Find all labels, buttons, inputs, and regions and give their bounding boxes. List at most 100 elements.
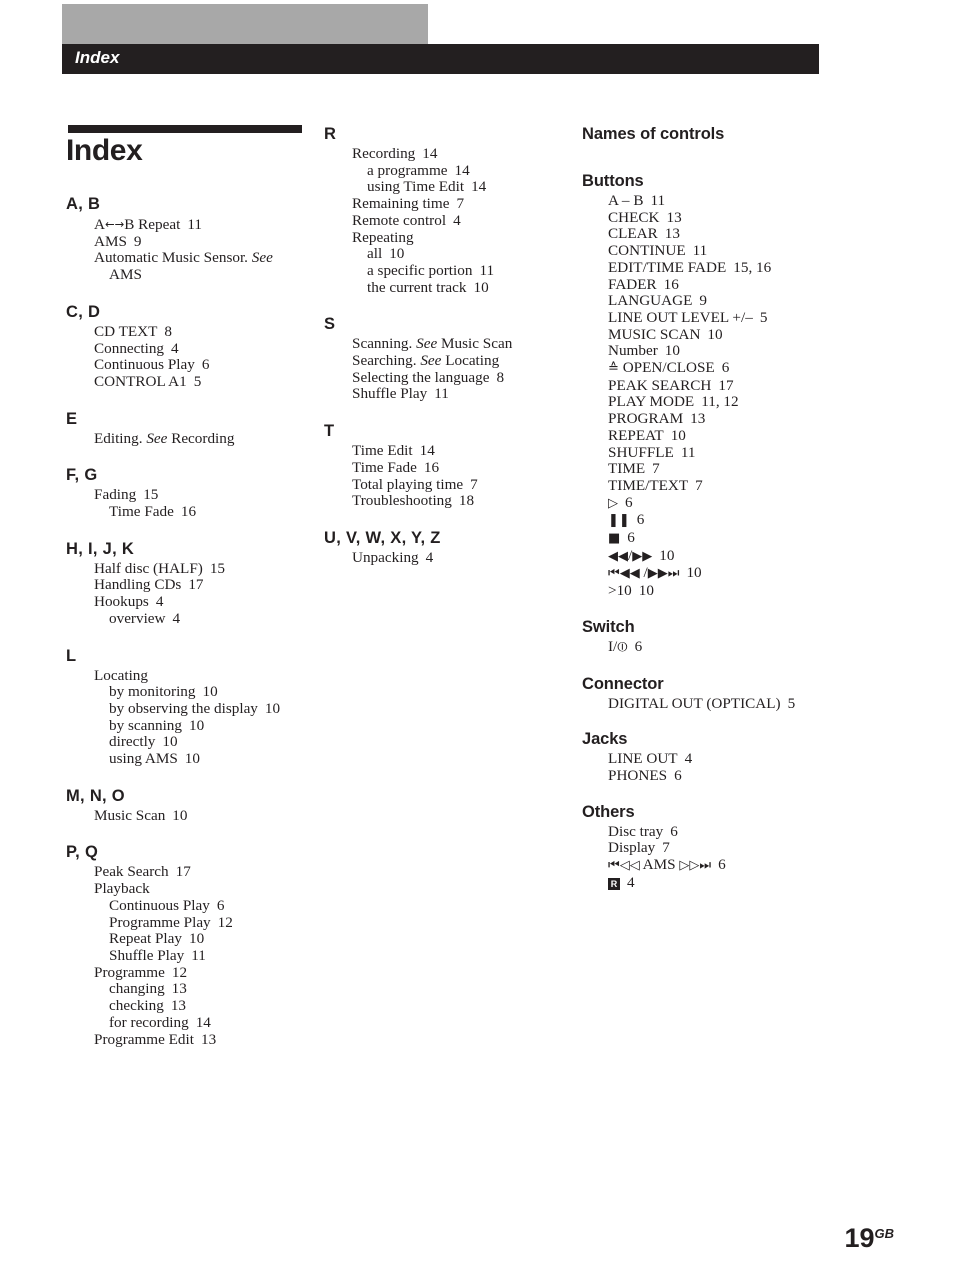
eject-icon: ≙ <box>608 361 619 377</box>
index-entry: Automatic Music Sensor. See <box>66 250 316 267</box>
index-entry-page: 14 <box>454 161 470 179</box>
index-entry-page: 7 <box>652 460 660 478</box>
index-entry-page: 11 <box>692 242 708 260</box>
index-entry-page: 9 <box>699 292 707 310</box>
index-entry-label: PLAY MODE <box>608 393 695 411</box>
index-entry-label: the current track <box>367 278 467 296</box>
index-entry-label: PHONES <box>608 766 668 784</box>
index-entry: Unpacking 4 <box>324 549 574 567</box>
index-entry: Handling CDs 17 <box>66 577 316 594</box>
index-entry: Number 10 <box>582 342 842 360</box>
index-entry: R4 <box>582 873 842 892</box>
names-of-controls-heading: Names of controls <box>582 125 725 143</box>
index-entry-page: 15 <box>209 559 226 577</box>
index-entry-page: 6 <box>634 637 643 655</box>
index-entry: ■ 6 <box>582 529 842 548</box>
index-entry: by observing the display 10 <box>66 700 316 718</box>
index-entry-label: ▷ <box>608 494 618 511</box>
index-entry-page: 11 <box>650 192 666 209</box>
index-entry-label: Playback <box>94 880 150 898</box>
index-entry-page: 14 <box>419 442 435 460</box>
index-entry-label: >10 <box>608 582 632 600</box>
index-entry-label: changing <box>109 980 165 998</box>
index-letter-heading: L <box>66 646 77 665</box>
index-entry-page: 16 <box>180 503 197 521</box>
index-entry: ▷ 6 <box>582 494 842 513</box>
index-entry-list: Recording 14 a programme 14 using Time Edit 1… <box>324 145 574 297</box>
index-entry-page: 10 <box>172 806 188 824</box>
index-entry-label: AMS <box>109 266 142 284</box>
index-entry: FADER 16 <box>582 276 842 294</box>
index-entry-page: 14 <box>471 178 487 196</box>
index-entry: Peak Search 17 <box>66 864 316 881</box>
remote-sensor-icon: R <box>608 877 620 890</box>
index-column-right: Names of controls Buttons A – B 11 CHECK 13 C… <box>582 125 842 892</box>
ab-arrow-icon: ←→ <box>104 217 125 231</box>
index-entry-page: 17 <box>718 376 734 394</box>
index-entry-page: 11, 12 <box>701 393 739 411</box>
index-entry: Programme Edit 13 <box>66 1031 316 1049</box>
index-letter-heading: M, N, O <box>66 786 125 805</box>
index-entry-page: 4 <box>171 339 179 357</box>
index-entry: A←→B Repeat 11 <box>66 216 316 234</box>
control-entry-list: A – B 11 CHECK 13 CLEAR 13 CONTINUE 11 EDIT/TIME… <box>582 192 842 600</box>
index-entry-page: 13 <box>171 980 187 998</box>
index-entry: a specific portion 11 <box>324 262 574 280</box>
index-entry: by monitoring 10 <box>66 683 316 701</box>
index-entry-label: Repeat Play <box>109 930 182 948</box>
index-entry: Selecting the language 8 <box>324 368 574 387</box>
index-entry-page: 10 <box>707 325 723 343</box>
index-entry: TIME/TEXT 7 <box>582 477 842 495</box>
index-entry-label: Remote control <box>352 211 447 229</box>
index-entry-page: 7 <box>662 839 670 857</box>
rewind-forward-icon: ◀◀ <box>608 548 628 564</box>
index-entry-page: 10 <box>664 342 680 360</box>
index-entry-page: 8 <box>496 368 505 386</box>
index-entry-label: CD TEXT <box>94 322 158 340</box>
index-letter-heading: P, Q <box>66 843 99 862</box>
index-entry-label: Total playing time <box>352 475 464 493</box>
index-entry-label: Continuous Play <box>94 356 195 374</box>
index-entry-label: for recording <box>109 1013 189 1031</box>
index-entry: PLAY MODE 11, 12 <box>582 394 842 411</box>
index-entry-page: 18 <box>458 492 475 510</box>
index-entry: ◀◀/▶▶ 10 <box>582 547 842 566</box>
index-entry-page: 12 <box>171 963 188 981</box>
index-entry-label: Repeating <box>352 228 414 246</box>
index-entry: Music Scan 10 <box>66 806 316 825</box>
index-entry: A – B 11 <box>582 192 842 210</box>
index-entry-page: 15 <box>143 486 159 504</box>
index-entry: CONTROL A1 5 <box>66 373 316 391</box>
index-entry-page: 15, 16 <box>733 258 772 276</box>
control-section-title: Switch <box>582 617 635 636</box>
index-entry-page: 4 <box>627 873 635 891</box>
index-entry: the current track 10 <box>324 278 574 297</box>
index-entry-label: Number <box>608 342 658 360</box>
index-entry-page: 16 <box>423 458 440 476</box>
index-entry: PHONES 6 <box>582 766 842 785</box>
index-entry-list: Time Edit 14 Time Fade 16 Total playing time… <box>324 442 574 510</box>
index-entry-label: AMS <box>94 232 127 250</box>
pause-icon: ❚❚ <box>608 513 630 529</box>
index-entry-page: 6 <box>718 856 726 874</box>
index-entry-page: 11 <box>434 385 449 403</box>
index-letter-heading: S <box>324 315 336 334</box>
index-entry: directly 10 <box>66 734 316 751</box>
index-entry-label: CHECK <box>608 208 660 226</box>
index-entry-label: REPEAT <box>608 426 664 444</box>
index-entry: CONTINUE 11 <box>582 242 842 260</box>
rewind-forward-icon: ▶▶ <box>632 548 653 564</box>
index-entry-page: 10 <box>188 716 205 734</box>
index-entry: Time Edit 14 <box>324 442 574 460</box>
index-letter-heading: T <box>324 422 335 441</box>
index-entry: PROGRAM 13 <box>582 410 842 428</box>
index-entry-label: R <box>608 874 620 891</box>
index-entry-label: Shuffle Play <box>352 385 428 403</box>
index-entry-list: Peak Search 17 Playback Continuous Play 6 Pro… <box>66 864 316 1048</box>
index-entry-page: 10 <box>473 278 489 296</box>
index-entry-page: 13 <box>690 410 706 428</box>
index-entry-list: Music Scan 10 <box>66 806 316 825</box>
index-entry: for recording 14 <box>66 1013 316 1032</box>
index-entry-page: 6 <box>670 822 678 840</box>
index-entry-list: Unpacking 4 <box>324 549 574 567</box>
